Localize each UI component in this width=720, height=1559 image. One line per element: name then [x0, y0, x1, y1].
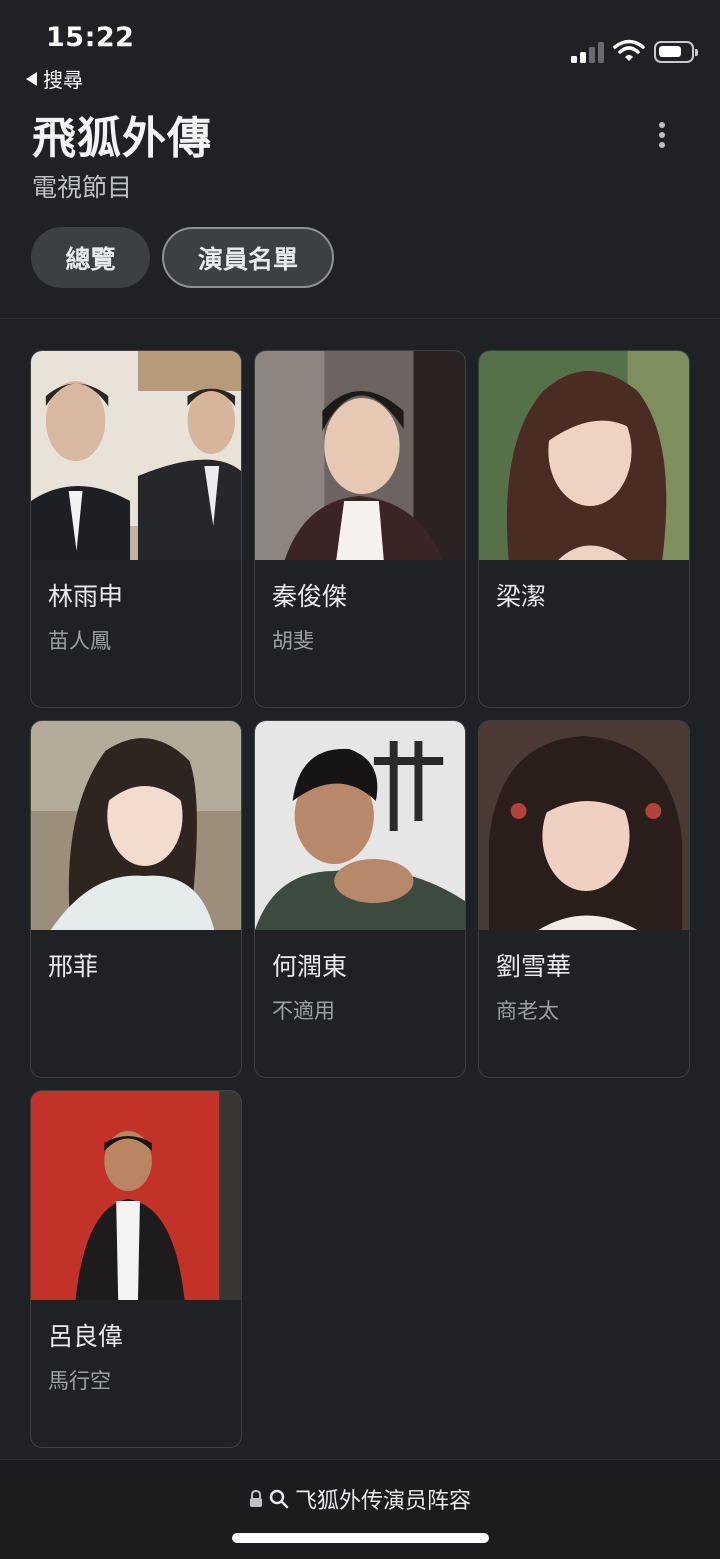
home-indicator[interactable] [232, 1533, 489, 1543]
battery-icon [654, 41, 698, 63]
tab-overview[interactable]: 總覽 [31, 227, 150, 288]
cast-card[interactable]: 梁潔 [478, 350, 690, 708]
character-name: 商老太 [496, 999, 559, 1023]
actor-name: 呂良偉 [48, 1322, 124, 1351]
actor-name: 秦俊傑 [272, 582, 348, 611]
lock-icon [249, 1490, 262, 1507]
actor-photo [479, 351, 689, 560]
back-to-search-link[interactable]: 搜尋 [26, 64, 83, 93]
page-subtitle: 電視節目 [32, 173, 133, 202]
actor-photo [479, 721, 689, 930]
actor-name: 林雨申 [48, 582, 124, 611]
more-vert-icon[interactable] [648, 118, 676, 152]
cast-card[interactable]: 秦俊傑 胡斐 [254, 350, 466, 708]
cast-card[interactable]: 何潤東 不適用 [254, 720, 466, 1078]
actor-name: 邢菲 [48, 952, 99, 981]
cast-card[interactable]: 邢菲 [30, 720, 242, 1078]
actor-photo [255, 721, 465, 930]
actor-name: 何潤東 [272, 952, 348, 981]
character-name: 馬行空 [48, 1369, 111, 1393]
actor-photo [31, 721, 241, 930]
page-title: 飛狐外傳 [32, 113, 212, 164]
cast-card[interactable]: 呂良偉 馬行空 [30, 1090, 242, 1448]
character-name: 不適用 [272, 999, 335, 1023]
actor-name: 梁潔 [496, 582, 547, 611]
tab-cast[interactable]: 演員名單 [162, 227, 334, 288]
cast-card[interactable]: 林雨申 苗人鳳 [30, 350, 242, 708]
signal-icon [571, 41, 605, 63]
cast-card[interactable]: 劉雪華 商老太 [478, 720, 690, 1078]
actor-name: 劉雪華 [496, 952, 572, 981]
wifi-icon [613, 39, 645, 61]
status-time: 15:22 [46, 22, 135, 53]
actor-photo [255, 351, 465, 560]
back-triangle-icon [26, 71, 37, 86]
character-name: 胡斐 [272, 629, 314, 653]
search-icon [269, 1489, 289, 1509]
back-label: 搜尋 [43, 68, 83, 92]
header-divider [0, 318, 720, 319]
address-bar[interactable]: 飞狐外传演员阵容 [0, 1483, 720, 1515]
app-screen: 15:22 搜尋 飛狐外傳 電視節目 總覽 演員名單 林雨申 苗人鳳 秦俊傑 胡… [0, 0, 720, 1559]
actor-photo [31, 1091, 241, 1300]
character-name: 苗人鳳 [48, 629, 111, 653]
actor-photo [31, 351, 241, 560]
address-text: 飞狐外传演员阵容 [294, 1489, 471, 1514]
